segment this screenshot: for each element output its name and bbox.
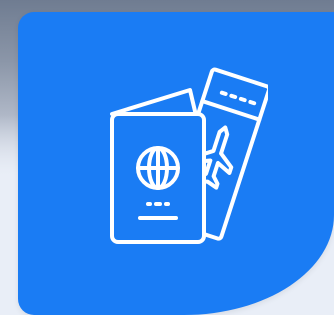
page	[0, 0, 334, 315]
globe-icon	[136, 146, 180, 190]
feature-card	[18, 12, 334, 315]
passport-and-boarding-pass-icon	[98, 64, 268, 254]
